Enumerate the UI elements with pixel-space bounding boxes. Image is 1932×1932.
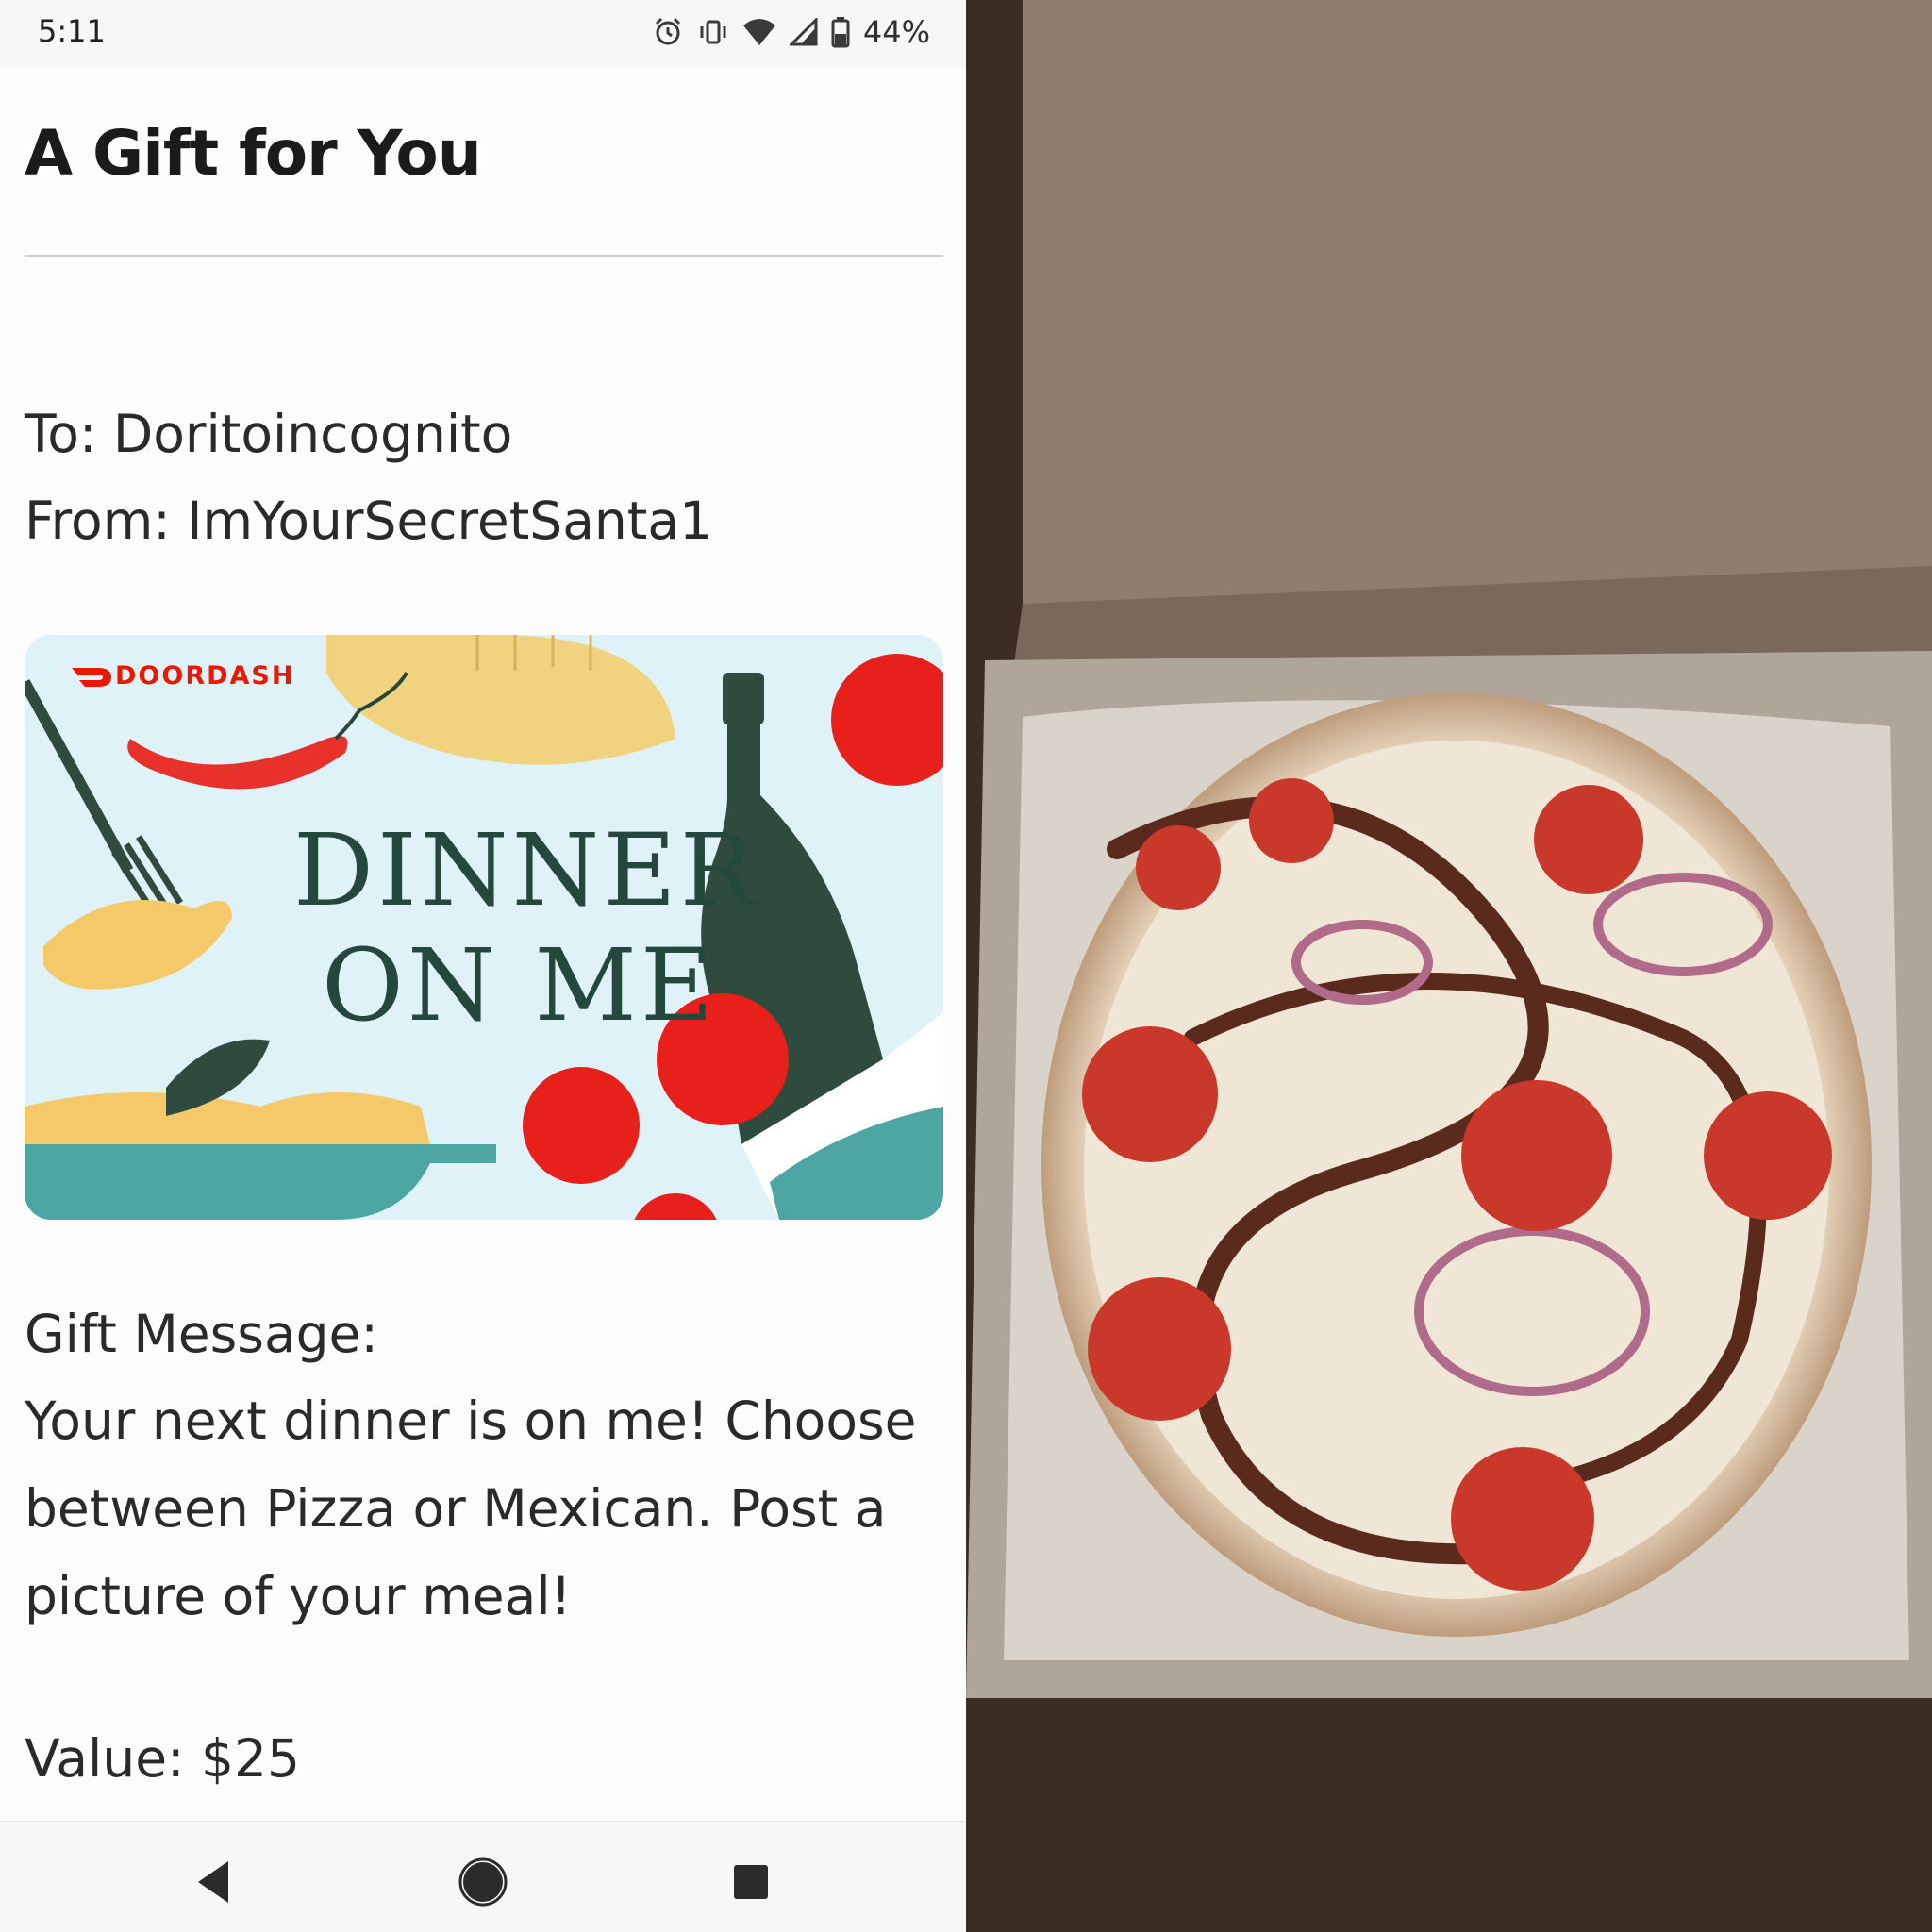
gift-message-line: Your next dinner is on me! Choose — [25, 1391, 917, 1451]
back-icon[interactable] — [185, 1854, 242, 1910]
battery-percentage: 44% — [862, 14, 930, 50]
card-headline-line2: ON ME — [322, 927, 718, 1043]
status-icons: 44% — [652, 11, 930, 53]
divider — [25, 255, 943, 257]
signal-icon — [789, 18, 818, 46]
pizza-box-illustration — [966, 0, 1932, 1932]
page-title: A Gift for You — [25, 117, 482, 190]
gift-message-line: between Pizza or Mexican. Post a — [25, 1478, 887, 1539]
gift-card-image: DOORDASH DINNER ON ME — [25, 635, 943, 1220]
wifi-icon — [742, 19, 775, 45]
alarm-icon — [655, 17, 680, 45]
gift-message-label: Gift Message: — [25, 1304, 378, 1364]
status-time: 5:11 — [38, 13, 106, 49]
recipient-text: To: Doritoincognito — [25, 404, 513, 464]
battery-icon — [831, 17, 850, 48]
gift-message-line: picture of your meal! — [25, 1566, 572, 1626]
pizza-photo — [966, 0, 1932, 1932]
recents-icon[interactable] — [723, 1854, 779, 1910]
card-headline-line1: DINNER — [293, 812, 759, 928]
navigation-bar — [0, 1821, 966, 1932]
doordash-logo-text: DOORDASH — [115, 661, 295, 691]
home-icon[interactable] — [455, 1854, 511, 1910]
sender-text: From: ImYourSecretSanta1 — [25, 491, 713, 551]
status-bar: 5:11 44% — [0, 0, 966, 66]
phone-screenshot: 5:11 44% A Gift for You To: Doritoincogn… — [0, 0, 966, 1932]
vibrate-icon — [700, 20, 726, 44]
gift-value: Value: $25 — [25, 1728, 301, 1789]
